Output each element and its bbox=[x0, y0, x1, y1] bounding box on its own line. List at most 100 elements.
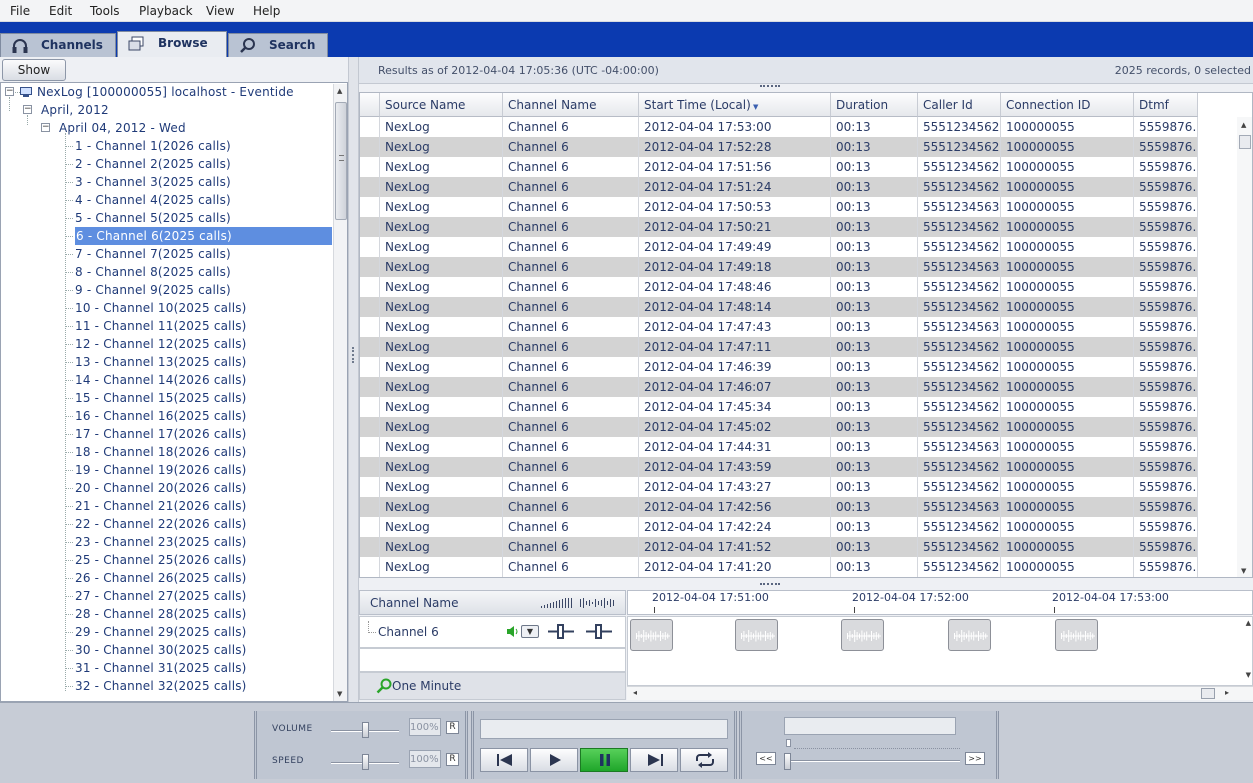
scroll-up-icon[interactable]: ▲ bbox=[1241, 121, 1246, 129]
tree-channel-node[interactable]: 4 - Channel 4(2025 calls) bbox=[75, 191, 231, 209]
scroll-left-icon[interactable]: ◂ bbox=[633, 688, 637, 697]
table-row[interactable]: NexLog Channel 6 2012-04-04 17:51:24 00:13 5… bbox=[360, 177, 1198, 197]
tree-scroll-thumb[interactable] bbox=[335, 102, 347, 220]
tree-channel-node[interactable]: 9 - Channel 9(2025 calls) bbox=[75, 281, 231, 299]
fast-forward-button[interactable]: >> bbox=[965, 752, 985, 765]
tree-day-node[interactable]: April 04, 2012 - Wed bbox=[59, 119, 186, 137]
speaker-icon[interactable] bbox=[506, 625, 519, 638]
tab-channels[interactable]: Channels bbox=[0, 33, 116, 57]
tree-channel-node[interactable]: 31 - Channel 31(2025 calls) bbox=[75, 659, 247, 677]
table-row[interactable]: NexLog Channel 6 2012-04-04 17:41:20 00:13 5… bbox=[360, 557, 1198, 577]
timeline-resize-handle[interactable] bbox=[760, 583, 780, 588]
scroll-right-icon[interactable]: ▸ bbox=[1225, 688, 1229, 697]
menu-tools[interactable]: Tools bbox=[90, 4, 120, 18]
row-selector[interactable] bbox=[360, 537, 380, 557]
position-slider-knob[interactable] bbox=[784, 753, 791, 770]
menu-edit[interactable]: Edit bbox=[49, 4, 72, 18]
tree-channel-node[interactable]: 1 - Channel 1(2026 calls) bbox=[75, 137, 231, 155]
table-row[interactable]: NexLog Channel 6 2012-04-04 17:49:18 00:13 5… bbox=[360, 257, 1198, 277]
tree-channel-node[interactable]: 21 - Channel 21(2026 calls) bbox=[75, 497, 247, 515]
column-header[interactable]: Start Time (Local) ▼ bbox=[639, 93, 831, 117]
row-selector[interactable] bbox=[360, 217, 380, 237]
menu-file[interactable]: File bbox=[10, 4, 30, 18]
recording-clip[interactable] bbox=[948, 619, 991, 651]
collapse-icon[interactable]: − bbox=[23, 105, 32, 114]
row-selector[interactable] bbox=[360, 377, 380, 397]
tree-channel-node[interactable]: 16 - Channel 16(2025 calls) bbox=[75, 407, 247, 425]
scroll-down-icon[interactable]: ▼ bbox=[1241, 567, 1246, 575]
scroll-down-icon[interactable]: ▼ bbox=[1246, 671, 1251, 679]
tree-channel-node[interactable]: 12 - Channel 12(2025 calls) bbox=[75, 335, 247, 353]
row-selector[interactable] bbox=[360, 237, 380, 257]
scroll-up-icon[interactable]: ▲ bbox=[1246, 619, 1251, 627]
tree-channel-node[interactable]: 22 - Channel 22(2026 calls) bbox=[75, 515, 247, 533]
speed-reset-button[interactable]: R bbox=[446, 753, 459, 766]
table-row[interactable]: NexLog Channel 6 2012-04-04 17:47:11 00:13 5… bbox=[360, 337, 1198, 357]
volume-slider-knob[interactable] bbox=[361, 722, 369, 738]
menu-view[interactable]: View bbox=[206, 4, 234, 18]
table-row[interactable]: NexLog Channel 6 2012-04-04 17:41:52 00:13 5… bbox=[360, 537, 1198, 557]
tree-channel-node[interactable]: 25 - Channel 25(2026 calls) bbox=[75, 551, 247, 569]
row-selector[interactable] bbox=[360, 437, 380, 457]
menu-playback[interactable]: Playback bbox=[139, 4, 193, 18]
loop-button[interactable] bbox=[680, 748, 728, 772]
recording-clip[interactable] bbox=[735, 619, 778, 651]
tree-channel-node[interactable]: 8 - Channel 8(2025 calls) bbox=[75, 263, 231, 281]
tree-channel-node[interactable]: 7 - Channel 7(2025 calls) bbox=[75, 245, 231, 263]
scroll-down-icon[interactable]: ▼ bbox=[337, 690, 342, 698]
tree-channel-node[interactable]: 26 - Channel 26(2025 calls) bbox=[75, 569, 247, 587]
tree-channel-node[interactable]: 32 - Channel 32(2025 calls) bbox=[75, 677, 247, 695]
table-row[interactable]: NexLog Channel 6 2012-04-04 17:49:49 00:13 5… bbox=[360, 237, 1198, 257]
collapse-icon[interactable]: − bbox=[41, 123, 50, 132]
timeline-hscrollbar[interactable]: ◂ ▸ bbox=[627, 686, 1253, 700]
table-row[interactable]: NexLog Channel 6 2012-04-04 17:46:39 00:13 5… bbox=[360, 357, 1198, 377]
table-row[interactable]: NexLog Channel 6 2012-04-04 17:45:02 00:13 5… bbox=[360, 417, 1198, 437]
table-row[interactable]: NexLog Channel 6 2012-04-04 17:47:43 00:13 5… bbox=[360, 317, 1198, 337]
table-row[interactable]: NexLog Channel 6 2012-04-04 17:48:14 00:13 5… bbox=[360, 297, 1198, 317]
row-selector[interactable] bbox=[360, 557, 380, 577]
timeline-scroll-thumb[interactable] bbox=[1201, 688, 1215, 699]
row-selector[interactable] bbox=[360, 137, 380, 157]
row-selector[interactable] bbox=[360, 517, 380, 537]
menu-help[interactable]: Help bbox=[253, 4, 280, 18]
tree-channel-node[interactable]: 23 - Channel 23(2025 calls) bbox=[75, 533, 247, 551]
tree-channel-node[interactable]: 13 - Channel 13(2025 calls) bbox=[75, 353, 247, 371]
table-row[interactable]: NexLog Channel 6 2012-04-04 17:45:34 00:13 5… bbox=[360, 397, 1198, 417]
row-selector[interactable] bbox=[360, 477, 380, 497]
tree-channel-node[interactable]: 5 - Channel 5(2025 calls) bbox=[75, 209, 231, 227]
tree-scrollbar[interactable]: ▲ ▼ bbox=[333, 84, 347, 701]
table-row[interactable]: NexLog Channel 6 2012-04-04 17:43:59 00:13 5… bbox=[360, 457, 1198, 477]
tree-month-node[interactable]: April, 2012 bbox=[41, 101, 109, 119]
volume-reset-button[interactable]: R bbox=[446, 721, 459, 734]
table-row[interactable]: NexLog Channel 6 2012-04-04 17:50:53 00:13 5… bbox=[360, 197, 1198, 217]
pane-splitter[interactable] bbox=[348, 57, 359, 702]
tree-channel-node[interactable]: 19 - Channel 19(2026 calls) bbox=[75, 461, 247, 479]
column-header[interactable]: Duration bbox=[831, 93, 918, 117]
table-row[interactable]: NexLog Channel 6 2012-04-04 17:43:27 00:13 5… bbox=[360, 477, 1198, 497]
balance-slider-icon[interactable] bbox=[586, 624, 612, 639]
row-selector[interactable] bbox=[360, 257, 380, 277]
tree-channel-node[interactable]: 28 - Channel 28(2025 calls) bbox=[75, 605, 247, 623]
grid-resize-handle[interactable] bbox=[760, 85, 780, 90]
row-selector[interactable] bbox=[360, 177, 380, 197]
tree-channel-node[interactable]: 18 - Channel 18(2026 calls) bbox=[75, 443, 247, 461]
tree-channel-node[interactable]: 30 - Channel 30(2025 calls) bbox=[75, 641, 247, 659]
tree-channel-node[interactable]: 17 - Channel 17(2026 calls) bbox=[75, 425, 247, 443]
range-marker[interactable] bbox=[786, 739, 791, 747]
tree-channel-node[interactable]: 3 - Channel 3(2025 calls) bbox=[75, 173, 231, 191]
show-button[interactable]: Show bbox=[2, 59, 66, 81]
scroll-up-icon[interactable]: ▲ bbox=[337, 87, 342, 95]
table-row[interactable]: NexLog Channel 6 2012-04-04 17:46:07 00:13 5… bbox=[360, 377, 1198, 397]
tab-search[interactable]: Search bbox=[228, 33, 328, 57]
collapse-icon[interactable]: − bbox=[5, 87, 14, 96]
tree-channel-node[interactable]: 15 - Channel 15(2025 calls) bbox=[75, 389, 247, 407]
row-selector[interactable] bbox=[360, 457, 380, 477]
column-header[interactable]: Channel Name bbox=[503, 93, 639, 117]
column-header[interactable]: Source Name bbox=[380, 93, 503, 117]
table-row[interactable]: NexLog Channel 6 2012-04-04 17:48:46 00:13 5… bbox=[360, 277, 1198, 297]
column-header[interactable]: Dtmf bbox=[1134, 93, 1198, 117]
tree-channel-node[interactable]: 20 - Channel 20(2026 calls) bbox=[75, 479, 247, 497]
channel-options-dropdown[interactable]: ▼ bbox=[521, 625, 539, 638]
row-selector[interactable] bbox=[360, 497, 380, 517]
timeline-zoom-bar[interactable]: One Minute bbox=[359, 672, 626, 700]
